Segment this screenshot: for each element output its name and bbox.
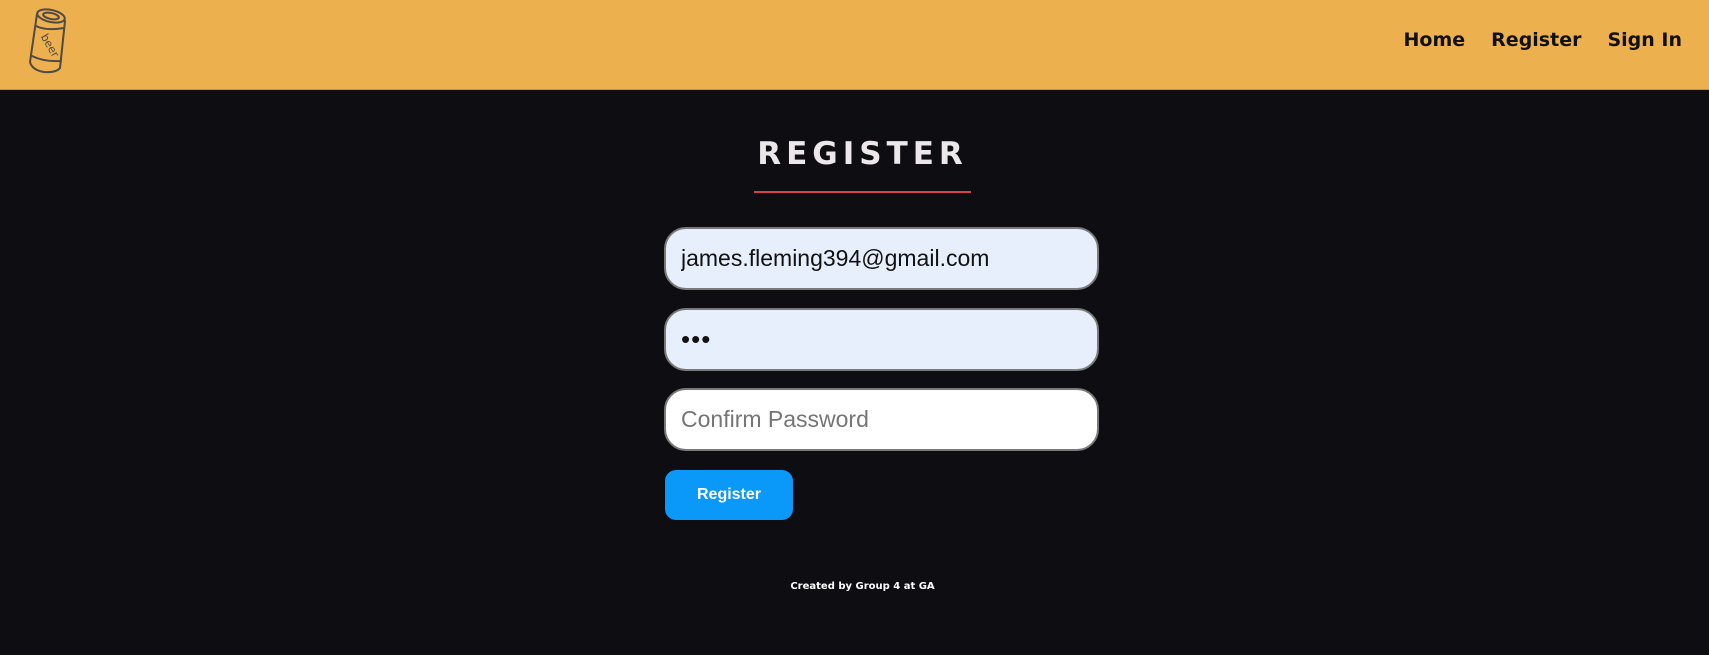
logo-text: beer [38, 31, 62, 60]
register-button[interactable]: Register [665, 470, 793, 520]
navbar: beer Home Register Sign In [0, 0, 1709, 90]
confirm-password-field[interactable] [664, 388, 1099, 451]
page-title: REGISTER [757, 136, 968, 172]
email-field[interactable] [664, 227, 1099, 290]
nav-link-register[interactable]: Register [1491, 29, 1581, 51]
password-field[interactable] [664, 308, 1099, 371]
beer-can-icon: beer [29, 8, 66, 74]
title-underline [754, 191, 971, 193]
nav-link-sign-in[interactable]: Sign In [1607, 29, 1682, 51]
nav-link-home[interactable]: Home [1404, 29, 1466, 51]
nav-links: Home Register Sign In [1404, 29, 1682, 51]
footer-credit: Created by Group 4 at GA [790, 581, 935, 592]
